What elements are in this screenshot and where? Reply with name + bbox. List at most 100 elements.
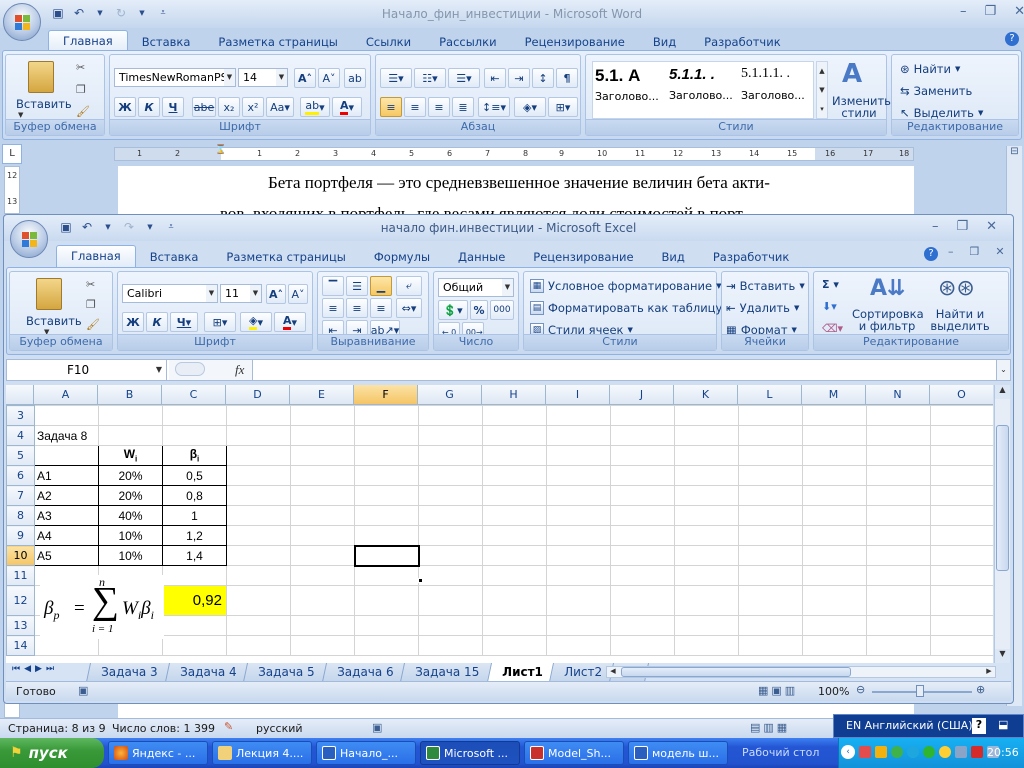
cell[interactable]: [290, 525, 355, 546]
cell[interactable]: [866, 545, 931, 566]
column-header[interactable]: A: [34, 385, 98, 405]
asset-beta-cell[interactable]: 1,2: [162, 525, 227, 546]
active-cell[interactable]: [353, 544, 420, 567]
document-page[interactable]: Бета портфеля — это средневзвешенное зна…: [118, 166, 914, 223]
save-icon[interactable]: ▣: [58, 219, 74, 235]
cell[interactable]: [866, 465, 931, 486]
insert-cells-button[interactable]: ⇥ Вставить ▼: [726, 279, 805, 293]
chevron-down-icon[interactable]: ▼: [206, 285, 217, 302]
multilevel-button[interactable]: ☰▾: [448, 68, 480, 88]
excel-tab-insert[interactable]: Вставка: [136, 247, 213, 267]
close-icon[interactable]: ✕: [995, 245, 1004, 258]
cell[interactable]: [738, 465, 803, 486]
column-header[interactable]: N: [866, 385, 930, 405]
subscript-button[interactable]: x₂: [218, 97, 240, 117]
word-tab-review[interactable]: Рецензирование: [511, 32, 639, 52]
underline-button[interactable]: Ч▾: [170, 312, 198, 332]
cell[interactable]: [802, 565, 867, 586]
find-button[interactable]: ⊛ Найти ▼: [900, 62, 960, 76]
cell[interactable]: [162, 405, 227, 426]
column-header[interactable]: J: [610, 385, 674, 405]
cell[interactable]: [290, 405, 355, 426]
column-header[interactable]: M: [802, 385, 866, 405]
cell[interactable]: [546, 425, 611, 446]
find-select-button[interactable]: Найти и выделить: [924, 308, 996, 332]
cell[interactable]: [546, 505, 611, 526]
zoom-in-icon[interactable]: ⊕: [976, 683, 985, 696]
justify-button[interactable]: ≣: [452, 97, 474, 117]
scroll-right-icon[interactable]: ▶: [983, 667, 995, 677]
redo-dropdown-icon[interactable]: ▼: [134, 5, 150, 21]
borders-button[interactable]: ⊞▾: [548, 97, 578, 117]
tab-selector[interactable]: L: [2, 144, 22, 164]
column-header[interactable]: L: [738, 385, 802, 405]
clock[interactable]: 20:56: [987, 746, 1019, 759]
column-header[interactable]: B: [98, 385, 162, 405]
cell[interactable]: [866, 445, 931, 466]
cell[interactable]: [802, 615, 867, 636]
cell[interactable]: [98, 405, 163, 426]
row-header[interactable]: 9: [6, 525, 35, 546]
bold-button[interactable]: Ж: [122, 312, 144, 332]
cell[interactable]: [418, 545, 483, 566]
column-header[interactable]: K: [674, 385, 738, 405]
cell[interactable]: [546, 585, 611, 616]
cell[interactable]: [738, 425, 803, 446]
cell[interactable]: [930, 565, 993, 586]
shrink-font-button[interactable]: A˅: [288, 284, 308, 304]
row-header[interactable]: 14: [6, 635, 35, 656]
cell[interactable]: [226, 525, 291, 546]
word-tab-insert[interactable]: Вставка: [128, 32, 205, 52]
header-weight-cell[interactable]: Wi: [98, 445, 163, 466]
cell[interactable]: [610, 465, 675, 486]
underline-button[interactable]: Ч: [162, 97, 184, 117]
language-bar[interactable]: EN Английский (США) ? ⬓: [833, 714, 1024, 738]
word-tab-mailings[interactable]: Рассылки: [425, 32, 510, 52]
row-header[interactable]: 3: [6, 405, 35, 426]
font-name-combo[interactable]: Calibri ▼: [122, 284, 218, 303]
redo-icon[interactable]: ↷: [121, 219, 137, 235]
cell[interactable]: [802, 425, 867, 446]
view-buttons[interactable]: ▦▣▥: [758, 684, 798, 697]
minimize-icon[interactable]: –: [948, 245, 954, 258]
row-header[interactable]: 6: [6, 465, 35, 486]
customize-toolbar-icon[interactable]: ⩡: [155, 5, 171, 21]
name-box[interactable]: F10 ▼: [7, 360, 167, 380]
cell[interactable]: [418, 405, 483, 426]
taskbar-item-active[interactable]: Microsoft ...: [420, 741, 520, 765]
column-header[interactable]: G: [418, 385, 482, 405]
row-header[interactable]: 12: [6, 585, 35, 616]
sheet-tab[interactable]: Задача 6: [321, 663, 409, 682]
row-header[interactable]: 4: [6, 425, 35, 446]
cell[interactable]: [930, 615, 993, 636]
language[interactable]: русский: [256, 722, 303, 735]
asset-beta-cell[interactable]: 1: [162, 505, 227, 526]
cell[interactable]: [802, 545, 867, 566]
row-header[interactable]: 5: [6, 445, 35, 466]
cell[interactable]: [354, 445, 419, 466]
cell[interactable]: [418, 445, 483, 466]
office-button[interactable]: [10, 220, 48, 258]
cell[interactable]: [482, 405, 547, 426]
chevron-down-icon[interactable]: ▼: [250, 285, 261, 302]
excel-tab-formulas[interactable]: Формулы: [360, 247, 444, 267]
style-heading2[interactable]: 5.1.1. . Заголово...: [669, 66, 739, 102]
asset-name-cell[interactable]: A2: [34, 485, 99, 506]
cell[interactable]: [738, 505, 803, 526]
cell[interactable]: [354, 565, 419, 586]
minimize-icon[interactable]: –: [960, 4, 967, 19]
cut-icon[interactable]: ✂: [86, 278, 95, 291]
cell[interactable]: [674, 485, 739, 506]
excel-tab-view[interactable]: Вид: [648, 247, 699, 267]
font-color-button[interactable]: A ▾: [274, 312, 306, 332]
cell[interactable]: [226, 485, 291, 506]
excel-vertical-scrollbar[interactable]: ▲ ▼: [994, 385, 1010, 663]
show-marks-button[interactable]: ¶: [556, 68, 578, 88]
tray-app-icon[interactable]: [939, 746, 951, 758]
cell[interactable]: [674, 585, 739, 616]
cell[interactable]: [674, 635, 739, 656]
cell[interactable]: [866, 525, 931, 546]
align-right-button[interactable]: ≡: [370, 298, 392, 318]
cell[interactable]: [418, 525, 483, 546]
start-button[interactable]: ⚑ пуск: [0, 738, 104, 768]
